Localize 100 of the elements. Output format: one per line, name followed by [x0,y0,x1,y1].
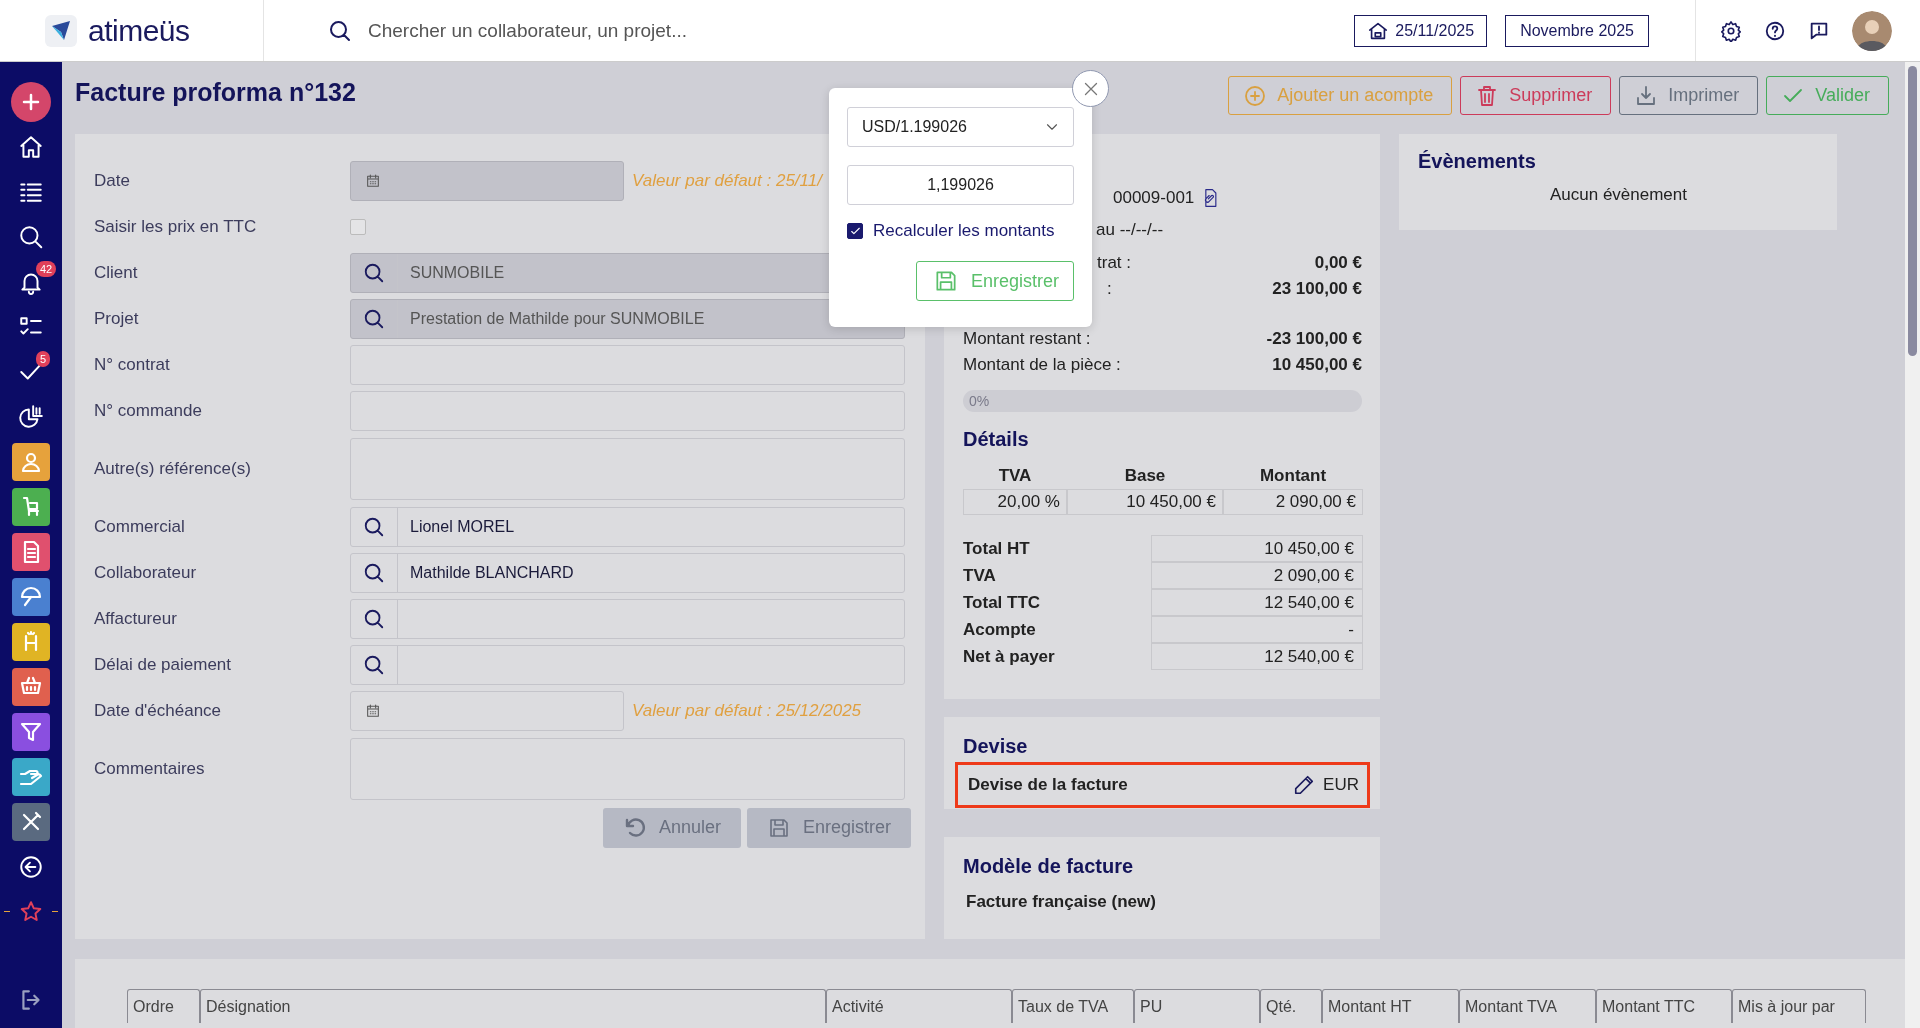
total-label: Net à payer [963,645,1056,668]
field-label: Délai de paiement [94,654,233,675]
field-label: Date [94,170,131,191]
back-icon [18,853,44,880]
pie-chart-icon [18,403,44,430]
input-field[interactable] [350,390,905,431]
calendar-icon [365,172,381,189]
calendar-icon [365,702,381,719]
column-header: Montant TTC [1596,988,1732,1023]
field-value: Mathilde BLANCHARD [409,563,575,582]
search-field[interactable]: Chercher un collaborateur, un projet... [366,18,970,43]
app-tile[interactable] [12,442,50,481]
table-cell: 20,00 % [963,488,1067,515]
amount-label: trat : [1097,252,1131,273]
lookup-field[interactable] [350,644,905,685]
date-button[interactable]: 25/11/2025 [1354,14,1488,47]
template-value: Facture française (new) [966,891,1157,912]
amount-value: 10 450,00 € [1272,354,1362,375]
date-field[interactable] [350,690,624,731]
period-button[interactable]: Novembre 2025 [1505,14,1649,47]
total-label: Total TTC [963,591,1042,614]
section-title: Détails [963,427,1030,451]
column-header: Mis à jour par [1732,988,1866,1023]
amount-label: Montant restant : [963,328,1091,349]
total-label: TVA [963,564,997,587]
column-header: Activité [826,988,1012,1023]
delete-button[interactable]: Supprimer [1460,76,1612,115]
avatar[interactable] [1852,10,1892,51]
page-title: Facture proforma n°132 [75,78,356,107]
currency-label: Devise de la facture [968,774,1128,795]
print-button[interactable]: Imprimer [1619,76,1759,115]
lookup-field[interactable] [350,598,905,639]
save-icon [933,268,959,294]
search-icon [18,223,44,250]
section-title: Modèle de facture [963,854,1135,878]
currency-value: EUR [1323,774,1359,795]
field-label: Autre(s) référence(s) [94,458,252,479]
save-button[interactable]: Enregistrer [916,261,1074,301]
checkbox-label: Recalculer les montants [873,221,1055,241]
section-title: Évènements [1418,149,1537,173]
total-value: 12 540,00 € [1151,588,1363,616]
amount-label: : [1107,278,1112,299]
field-label: Client [94,262,139,283]
amount-label: Montant de la pièce : [963,354,1121,375]
pencil-icon [1293,773,1316,796]
input-field[interactable] [350,344,905,385]
search-icon [363,561,385,584]
umbrella-icon [19,584,43,609]
amount-value: 23 100,00 € [1272,278,1362,299]
count-badge: 5 [36,351,51,367]
total-label: Acompte [963,618,1037,641]
total-value: 10 450,00 € [1151,534,1363,562]
scrollbar-thumb[interactable] [1908,66,1917,356]
column-header: Montant HT [1322,988,1459,1023]
search-icon [363,515,385,538]
checkbox[interactable] [350,218,366,235]
field-label: Commentaires [94,758,206,779]
empty-message: Aucun évènement [1548,184,1688,205]
settings-icon [1720,19,1742,42]
lookup-field[interactable]: Lionel MOREL [350,506,905,547]
checkbox[interactable] [847,223,863,239]
app-tile[interactable] [12,667,50,706]
column-header: TVA [997,464,1033,487]
total-value: 12 540,00 € [1151,642,1363,670]
column-header: Base [1123,464,1167,487]
count-badge: 42 [36,261,57,277]
total-label: Total HT [963,537,1031,560]
field-label: Affactureur [94,608,178,629]
field-value: Lionel MOREL [409,517,516,536]
field-label: Commercial [94,516,186,537]
app-tile[interactable] [12,757,50,796]
rate-select[interactable]: USD/1.199026 [847,107,1074,147]
field-label: Date d'échéance [94,700,223,721]
app-tile[interactable] [12,577,50,616]
app-tile[interactable] [12,802,50,841]
search-icon [363,307,385,330]
logo-text: atimeüs [88,13,190,48]
rate-field[interactable]: 1,199026 [847,165,1074,205]
column-header: Qté. [1260,988,1322,1023]
close-button[interactable] [1072,70,1109,107]
reference-text: 00009-001 [1113,187,1195,208]
search-icon [328,18,352,43]
column-header: Désignation [200,988,826,1023]
column-header: Taux de TVA [1012,988,1134,1023]
app-tile[interactable] [12,532,50,571]
field-value: SUNMOBILE [409,263,506,282]
add-button[interactable] [11,81,51,122]
field-label: Saisir les prix en TTC [94,216,258,237]
search-icon [363,607,385,630]
column-header: Ordre [127,988,200,1023]
app-tile[interactable] [12,712,50,751]
app-tile[interactable] [12,622,50,661]
field-label: N° commande [94,400,203,421]
lookup-field[interactable]: Mathilde BLANCHARD [350,552,905,593]
period-text: au --/--/-- [1096,219,1164,240]
total-value: 2 090,00 € [1151,561,1363,589]
home-icon [18,133,44,160]
help-icon [1764,19,1786,42]
app-tile[interactable] [12,487,50,526]
amount-value: -23 100,00 € [1266,328,1362,349]
